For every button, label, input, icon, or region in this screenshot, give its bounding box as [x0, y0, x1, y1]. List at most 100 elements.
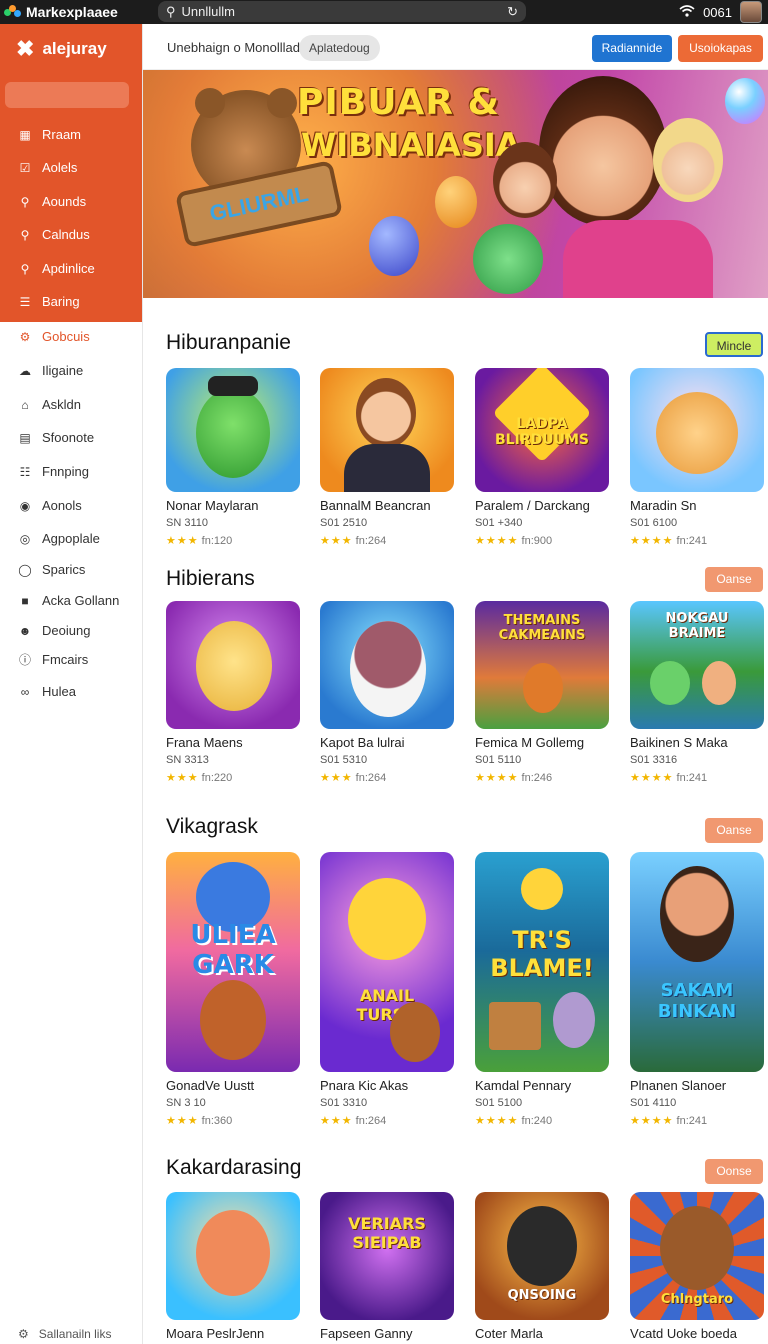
- hero-banner[interactable]: GLIURML PIBUAR & WIBNAIASIA: [143, 70, 768, 298]
- address-bar[interactable]: ⚲ Unnllullm ↻: [158, 1, 526, 22]
- product-name[interactable]: Frana Maens: [166, 735, 243, 750]
- product-thumbnail[interactable]: Chlngtaro: [630, 1192, 764, 1320]
- suit-icon: [344, 444, 430, 492]
- section-more-button[interactable]: Oonse: [705, 1159, 763, 1184]
- product-card[interactable]: ANAIL TURSH Pnara Kic Akas S01 3310 ★★★ …: [320, 852, 454, 1130]
- sidebar-primary-section: ✖ alejuray ▦ Rraam ☑ Aolels ⚲ Aounds ⚲ Calnd…: [0, 24, 142, 322]
- section-more-button[interactable]: Mincle: [705, 332, 763, 357]
- product-thumbnail[interactable]: [166, 601, 300, 729]
- product-name[interactable]: Coter Marla: [475, 1326, 543, 1341]
- rating-count: fn:240: [521, 1115, 553, 1127]
- product-card[interactable]: Moara PeslrJenn: [166, 1192, 300, 1342]
- sidebar-item-askldn[interactable]: ⌂ Askldn: [18, 397, 81, 412]
- product-name[interactable]: Paralem / Darckang: [475, 498, 590, 513]
- product-name[interactable]: Pnara Kic Akas: [320, 1078, 408, 1093]
- product-thumbnail[interactable]: ULIEA GARK: [166, 852, 300, 1072]
- product-card[interactable]: THEMAINS CAKMEAINS Femica M Gollemg S01 …: [475, 601, 609, 785]
- product-name[interactable]: Baikinen S Maka: [630, 735, 728, 750]
- globe-icon: ◉: [19, 498, 31, 513]
- sidebar-item-label: Agpoplale: [42, 531, 100, 546]
- section-more-button[interactable]: Oanse: [705, 818, 763, 843]
- sidebar-item-sparics[interactable]: ◯ Sparics: [18, 562, 85, 577]
- sidebar-item-fmcairs[interactable]: ⓘ Fmcairs: [18, 652, 88, 667]
- sidebar-item-iligaine[interactable]: ☁ Iligaine: [18, 363, 83, 378]
- section-more-button[interactable]: Oanse: [705, 567, 763, 592]
- product-thumbnail[interactable]: SAKAM BINKAN: [630, 852, 764, 1072]
- note-icon: ▤: [19, 430, 31, 445]
- product-card[interactable]: LADPA BLIRDUUMS Paralem / Darckang S01 +…: [475, 368, 609, 548]
- sidebar-item-gobcuis[interactable]: ⚙ Gobcuis: [18, 329, 90, 344]
- product-thumbnail[interactable]: [320, 601, 454, 729]
- product-name[interactable]: Femica M Gollemg: [475, 735, 584, 750]
- bear-ear-icon: [267, 88, 297, 118]
- app-brand[interactable]: Markexplaaee: [0, 4, 150, 20]
- sidebar-item-aounds[interactable]: ⚲ Aounds: [18, 194, 87, 209]
- sidebar-item-apdinlice[interactable]: ⚲ Apdinlice: [18, 261, 95, 276]
- sidebar-item-acka-gollann[interactable]: ■ Acka Gollann: [18, 593, 119, 608]
- product-name[interactable]: Plnanen Slanoer: [630, 1078, 726, 1093]
- sidebar-item-rraam[interactable]: ▦ Rraam: [18, 127, 81, 142]
- product-thumbnail[interactable]: [320, 368, 454, 492]
- secondary-action-button[interactable]: Usoiokapas: [678, 35, 763, 62]
- product-thumbnail[interactable]: ANAIL TURSH: [320, 852, 454, 1072]
- product-thumbnail[interactable]: [166, 368, 300, 492]
- filter-pill[interactable]: Aplatedoug: [299, 35, 380, 61]
- star-rating-icon: ★★★: [166, 772, 199, 784]
- sidebar-item-agpoplale[interactable]: ◎ Agpoplale: [18, 531, 100, 546]
- product-thumbnail[interactable]: QNSOING: [475, 1192, 609, 1320]
- product-card[interactable]: Chlngtaro Vcatd Uoke boeda: [630, 1192, 764, 1342]
- user-avatar[interactable]: [740, 1, 762, 23]
- product-name[interactable]: Kamdal Pennary: [475, 1078, 571, 1093]
- product-name[interactable]: Moara PeslrJenn: [166, 1326, 264, 1341]
- product-thumbnail[interactable]: NOKGAU BRAIME: [630, 601, 764, 729]
- product-name[interactable]: BannalM Beancran: [320, 498, 431, 513]
- product-card[interactable]: Nonar Maylaran SN 3110 ★★★ fn:120: [166, 368, 300, 548]
- product-card[interactable]: SAKAM BINKAN Plnanen Slanoer S01 4110 ★★…: [630, 852, 764, 1130]
- product-badge: Chlngtaro: [660, 1292, 734, 1307]
- sidebar-item-aonols[interactable]: ◉ Aonols: [18, 498, 82, 513]
- product-card[interactable]: NOKGAU BRAIME Baikinen S Maka S01 3316 ★…: [630, 601, 764, 785]
- product-card[interactable]: BannalM Beancran S01 2510 ★★★ fn:264: [320, 368, 454, 548]
- product-card[interactable]: ULIEA GARK GonadVe Uustt SN 3 10 ★★★ fn:…: [166, 852, 300, 1130]
- bear-ear-icon: [195, 88, 225, 118]
- product-thumbnail[interactable]: VERIARS SIEIPAB: [320, 1192, 454, 1320]
- product-card[interactable]: QNSOING Coter Marla: [475, 1192, 609, 1342]
- sidebar-item-hulea[interactable]: ∞ Hulea: [18, 684, 76, 699]
- product-card[interactable]: Maradin Sn S01 6100 ★★★★ fn:241: [630, 368, 764, 548]
- product-thumbnail[interactable]: [166, 1192, 300, 1320]
- sidebar-footer[interactable]: ⚙ Sallanailn liks: [18, 1327, 111, 1341]
- primary-action-button[interactable]: Radiannide: [592, 35, 672, 62]
- kid-character-icon: [702, 661, 736, 705]
- product-thumbnail[interactable]: [630, 368, 764, 492]
- product-thumbnail[interactable]: THEMAINS CAKMEAINS: [475, 601, 609, 729]
- sidebar-item-baring[interactable]: ☰ Baring: [18, 294, 80, 309]
- product-name[interactable]: Fapseen Ganny: [320, 1326, 413, 1341]
- breadcrumb[interactable]: Unebhaign o Monolllade: [167, 40, 307, 55]
- product-name[interactable]: Nonar Maylaran: [166, 498, 259, 513]
- product-card[interactable]: VERIARS SIEIPAB Fapseen Ganny: [320, 1192, 454, 1342]
- sidebar-item-label: Iligaine: [42, 363, 84, 378]
- sidebar-item-aolels[interactable]: ☑ Aolels: [18, 160, 78, 175]
- sidebar-item-sfoonote[interactable]: ▤ Sfoonote: [18, 430, 94, 445]
- product-thumbnail[interactable]: TR'S BLAME!: [475, 852, 609, 1072]
- sidebar-item-fnnping[interactable]: ☷ Fnnping: [18, 464, 89, 479]
- product-price: S01 5110: [475, 754, 522, 766]
- product-thumbnail[interactable]: LADPA BLIRDUUMS: [475, 368, 609, 492]
- product-card[interactable]: TR'S BLAME! Kamdal Pennary S01 5100 ★★★★…: [475, 852, 609, 1130]
- product-name[interactable]: Kapot Ba lulrai: [320, 735, 405, 750]
- product-price: S01 4110: [630, 1097, 677, 1109]
- reload-icon[interactable]: ↻: [507, 4, 518, 20]
- rating-count: fn:220: [201, 772, 233, 784]
- product-card[interactable]: Frana Maens SN 3313 ★★★ fn:220: [166, 601, 300, 785]
- sidebar-item-label: Rraam: [42, 127, 82, 142]
- product-card[interactable]: Kapot Ba lulrai S01 5310 ★★★ fn:264: [320, 601, 454, 785]
- product-name[interactable]: Maradin Sn: [630, 498, 696, 513]
- sidebar-logo[interactable]: ✖ alejuray: [16, 36, 107, 62]
- sidebar-search-input[interactable]: [5, 82, 129, 108]
- sidebar-item-calndus[interactable]: ⚲ Calndus: [18, 227, 90, 242]
- product-name[interactable]: GonadVe Uustt: [166, 1078, 254, 1093]
- orange-bear-icon: [656, 392, 738, 474]
- product-name[interactable]: Vcatd Uoke boeda: [630, 1326, 737, 1341]
- sidebar-item-deoiung[interactable]: ☻ Deoiung: [18, 623, 91, 638]
- sidebar-item-label: Aonols: [42, 498, 82, 513]
